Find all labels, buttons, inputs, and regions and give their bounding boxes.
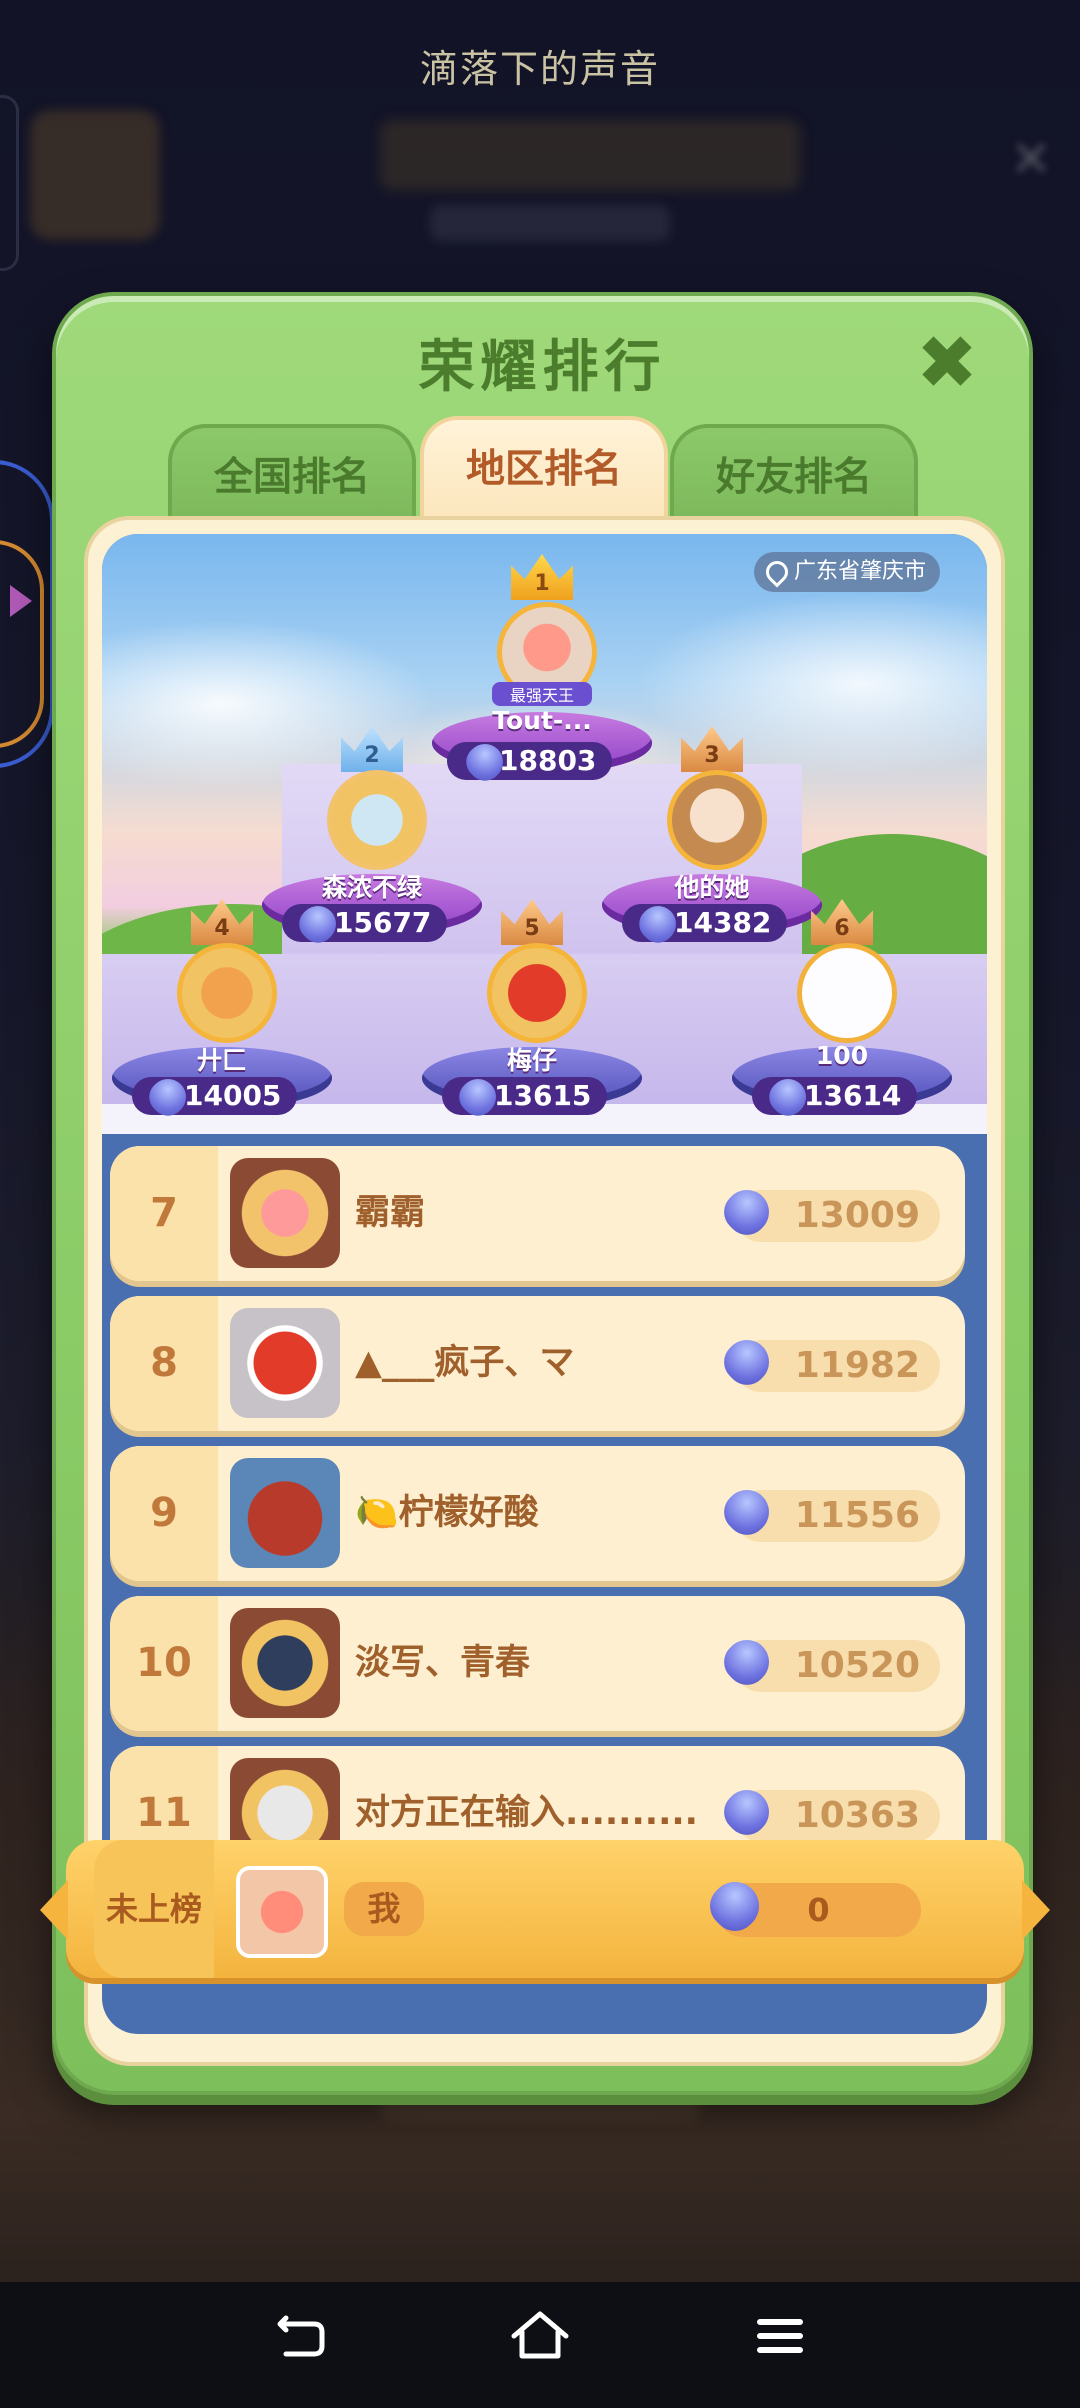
crown-bronze-icon: 3	[681, 726, 743, 772]
leaderboard-panel: 广东省肇庆市 1 最强天王 Tout-... 18803 2 森浓不绿 1567…	[40, 516, 1050, 2066]
location-pin-icon	[761, 556, 793, 588]
menu-icon[interactable]	[740, 2306, 820, 2386]
player-name: 淡写、青春	[355, 1643, 531, 1683]
leaderboard-modal: 荣耀排行 ✖ 全国排名 地区排名 好友排名 广东省肇庆市 1 最强天王 Tout…	[40, 292, 1050, 2095]
player-name: 梅仔	[506, 1046, 557, 1075]
rank-number: 9	[110, 1446, 218, 1581]
location-text: 广东省肇庆市	[794, 559, 927, 584]
modal-title: 荣耀排行	[418, 335, 667, 400]
bg-close-icon: ✕	[1010, 130, 1052, 188]
avatar	[230, 1308, 340, 1418]
crown-bronze-icon: 5	[501, 899, 563, 945]
bg-title-blur	[380, 120, 800, 190]
rank-number: 7	[110, 1146, 218, 1281]
avatar	[230, 1458, 340, 1568]
close-icon[interactable]: ✖	[916, 326, 978, 400]
list-item[interactable]: 9 🍋柠檬好酸 11556	[110, 1446, 965, 1581]
crown-silver-icon: 2	[341, 726, 403, 772]
player-name: 廾匚	[196, 1046, 247, 1075]
bg-avatar	[30, 110, 160, 240]
my-rank-status: 未上榜	[94, 1840, 214, 1978]
crown-bronze-icon: 6	[811, 899, 873, 945]
crown-bronze-icon: 4	[191, 899, 253, 945]
menu-icon-svg	[757, 2319, 803, 2353]
bg-subtitle-blur	[430, 205, 670, 241]
player-name: 🍋柠檬好酸	[355, 1493, 539, 1533]
podium-scene: 广东省肇庆市 1 最强天王 Tout-... 18803 2 森浓不绿 1567…	[102, 534, 987, 1134]
song-title: 滴落下的声音	[419, 47, 660, 91]
rank-number: 10	[110, 1596, 218, 1731]
crown-gold-icon: 1	[511, 554, 573, 600]
player-name: 霸霸	[355, 1193, 426, 1233]
location-badge: 广东省肇庆市	[754, 552, 941, 592]
avatar	[797, 943, 897, 1043]
home-icon-svg	[511, 2311, 569, 2359]
avatar	[667, 770, 767, 870]
podium-rank-6[interactable]: 6 100 13614	[732, 899, 952, 1129]
leaderboard-list-area: 广东省肇庆市 1 最强天王 Tout-... 18803 2 森浓不绿 1567…	[102, 534, 987, 2034]
system-nav-bar	[0, 2282, 1080, 2408]
player-name: ▲___疯子、マ	[355, 1343, 575, 1383]
podium-rank-5[interactable]: 5 梅仔 13615	[422, 899, 642, 1129]
player-name: 100	[815, 1041, 869, 1070]
list-item[interactable]: 8 ▲___疯子、マ 11982	[110, 1296, 965, 1431]
avatar	[177, 943, 277, 1043]
title-badge: 最强天王	[492, 682, 592, 706]
bg-frame	[0, 95, 19, 271]
rank-number: 8	[110, 1296, 218, 1431]
back-icon[interactable]	[260, 2306, 340, 2386]
bg-decor-curve	[0, 540, 44, 748]
my-name: 我	[344, 1882, 424, 1936]
avatar	[327, 770, 427, 870]
podium-rank-4[interactable]: 4 廾匚 14005	[112, 899, 332, 1129]
my-rank-bar[interactable]: 未上榜 我 0	[40, 1840, 1050, 1978]
bg-arrow-icon	[10, 585, 32, 617]
avatar	[230, 1608, 340, 1718]
avatar	[230, 1158, 340, 1268]
my-avatar	[236, 1866, 328, 1958]
list-item[interactable]: 10 淡写、青春 10520	[110, 1596, 965, 1731]
avatar	[487, 943, 587, 1043]
home-icon[interactable]	[500, 2306, 580, 2386]
list-item[interactable]: 7 霸霸 13009	[110, 1146, 965, 1281]
back-icon-svg	[277, 2315, 325, 2357]
